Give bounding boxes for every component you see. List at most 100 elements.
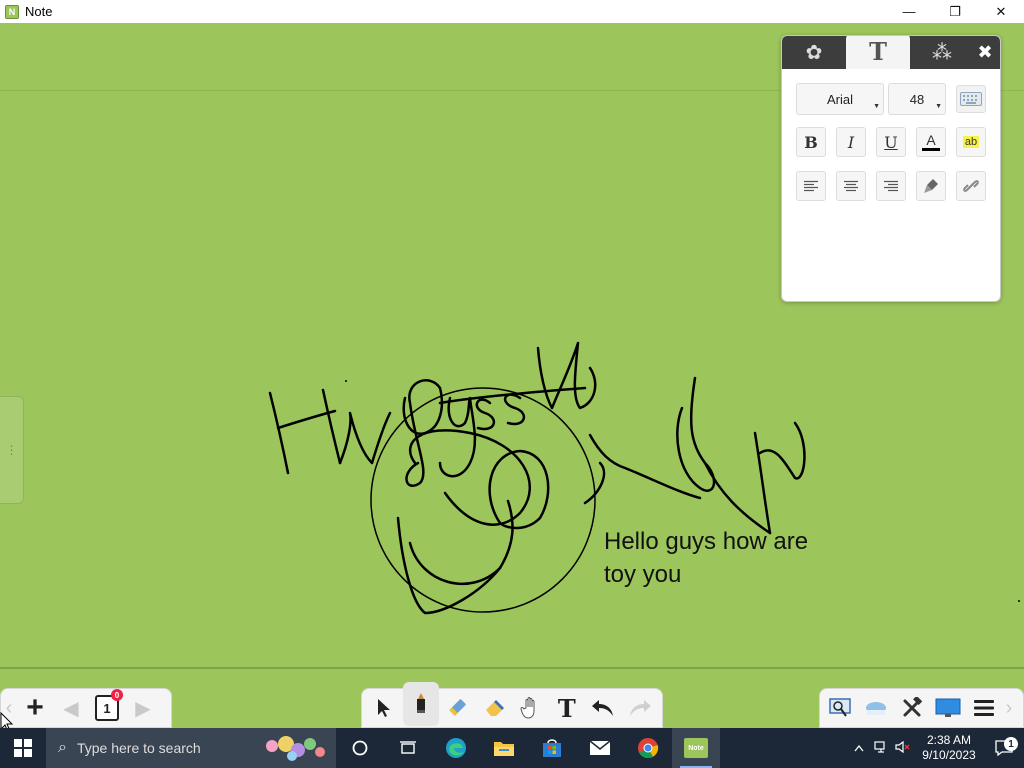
font-family-select[interactable]: Arial ▼ — [796, 83, 884, 115]
store-icon — [543, 739, 561, 757]
ink-dot — [1018, 600, 1020, 602]
chevron-up-icon — [854, 744, 864, 752]
cloud-button[interactable] — [858, 690, 894, 726]
chrome-icon — [638, 738, 659, 759]
hand-icon — [520, 697, 535, 719]
taskbar: ⌕ Type here to search Note 2:38 AM 9/10/… — [0, 728, 1024, 768]
previous-page-button[interactable]: ◀ — [53, 690, 89, 726]
highlighter-tool-button[interactable] — [439, 690, 475, 726]
ink-stroke — [536, 341, 597, 410]
clock[interactable]: 2:38 AM 9/10/2023 — [914, 733, 984, 763]
taskbar-mail[interactable] — [576, 728, 624, 768]
system-tray: 2:38 AM 9/10/2023 1 — [848, 728, 1024, 768]
eraser-icon — [485, 700, 504, 716]
search-icon: ⌕ — [58, 739, 67, 756]
utilities-toolbar: › — [819, 688, 1024, 728]
ink-stroke — [503, 393, 526, 426]
window-controls: — ❐ ✕ — [886, 0, 1024, 23]
tools-button[interactable] — [894, 690, 930, 726]
next-page-button[interactable]: ▶ — [125, 690, 161, 726]
main-menu-button[interactable] — [966, 690, 1002, 726]
text-box[interactable]: Hello guys how are toy you — [604, 525, 844, 591]
network-button[interactable] — [870, 740, 892, 756]
ink-stroke — [321, 388, 342, 465]
pen-tool-button[interactable] — [402, 682, 439, 726]
collapse-right-icon[interactable]: › — [1002, 690, 1016, 726]
taskbar-task-view[interactable] — [384, 728, 432, 768]
network-icon — [874, 740, 885, 753]
clock-time: 2:38 AM — [926, 733, 972, 747]
action-center-button[interactable]: 1 — [984, 737, 1024, 757]
keyboard-button[interactable] — [956, 85, 986, 113]
font-size-select[interactable]: 48 ▼ — [888, 83, 946, 115]
notification-count: 1 — [1004, 737, 1018, 751]
format-painter-button[interactable] — [916, 171, 946, 201]
select-tool-button[interactable] — [366, 690, 402, 726]
panel-close-button[interactable]: ✖ — [974, 41, 996, 63]
maximize-button[interactable]: ❐ — [932, 0, 978, 23]
select-icon — [378, 699, 391, 717]
text-properties-panel: ✿ T ⁂ ✖ Arial ▼ 48 ▼ B I U A ab — [781, 35, 1001, 302]
mail-icon — [589, 740, 611, 755]
tab-text[interactable]: T — [846, 36, 910, 69]
highlight-icon: ab — [962, 136, 980, 148]
close-button[interactable]: ✕ — [978, 0, 1024, 23]
objects-icon: ✿ — [805, 42, 823, 64]
font-color-icon: A — [926, 132, 936, 148]
drawing-tools-toolbar: T — [361, 682, 663, 728]
show-hidden-icons[interactable] — [848, 741, 870, 755]
tab-objects[interactable]: ✿ — [782, 36, 846, 69]
taskbar-note-app[interactable]: Note — [672, 728, 720, 768]
windows-icon — [14, 739, 32, 757]
page-number: 1 — [103, 700, 111, 716]
align-right-button[interactable] — [876, 171, 906, 201]
taskbar-edge[interactable] — [432, 728, 480, 768]
underline-button[interactable]: U — [876, 127, 906, 157]
undo-button[interactable] — [585, 690, 621, 726]
taskbar-store[interactable] — [528, 728, 576, 768]
align-left-button[interactable] — [796, 171, 826, 201]
screen-capture-icon — [829, 698, 851, 717]
text-line: toy you — [604, 561, 682, 588]
taskbar-cortana[interactable] — [336, 728, 384, 768]
start-button[interactable] — [0, 728, 46, 768]
ink-stroke — [753, 421, 806, 535]
font-color-button[interactable]: A — [916, 127, 946, 157]
page-list-button[interactable]: 1 0 — [89, 689, 125, 726]
highlighter-icon — [449, 699, 467, 716]
tab-effects[interactable]: ⁂ — [910, 36, 974, 69]
add-page-button[interactable]: + — [17, 690, 53, 726]
highlight-button[interactable]: ab — [956, 127, 986, 157]
align-center-button[interactable] — [836, 171, 866, 201]
ink-stroke — [438, 396, 477, 478]
link-icon — [963, 180, 979, 192]
ink-dot — [345, 380, 347, 382]
minimize-button[interactable]: — — [886, 0, 932, 23]
text-line: Hello guys how are — [604, 528, 809, 555]
ink-stroke — [268, 391, 290, 475]
display-button[interactable] — [930, 690, 966, 726]
page-badge: 0 — [111, 689, 123, 701]
page-navigation-toolbar: ‹ + ◀ 1 0 ▶ — [0, 688, 172, 728]
text-tool-button[interactable]: T — [549, 690, 585, 726]
effects-icon: ⁂ — [932, 42, 952, 64]
chevron-down-icon: ▼ — [873, 103, 880, 110]
task-view-icon — [400, 741, 416, 754]
taskbar-chrome[interactable] — [624, 728, 672, 768]
taskbar-search[interactable]: ⌕ Type here to search — [46, 728, 336, 768]
tools-icon — [903, 697, 923, 717]
redo-button[interactable] — [622, 690, 658, 726]
hyperlink-button[interactable] — [956, 171, 986, 201]
screen-capture-button[interactable] — [822, 690, 858, 726]
text-tool-icon: T — [557, 693, 576, 723]
taskbar-file-explorer[interactable] — [480, 728, 528, 768]
clock-date: 9/10/2023 — [922, 748, 976, 762]
bold-button[interactable]: B — [796, 127, 826, 157]
italic-button[interactable]: I — [836, 127, 866, 157]
page-icon: 1 0 — [95, 689, 123, 721]
volume-button[interactable] — [892, 740, 914, 756]
cortana-icon — [352, 740, 368, 756]
eraser-tool-button[interactable] — [476, 690, 512, 726]
hand-tool-button[interactable] — [512, 690, 548, 726]
font-size-value: 48 — [909, 91, 925, 107]
